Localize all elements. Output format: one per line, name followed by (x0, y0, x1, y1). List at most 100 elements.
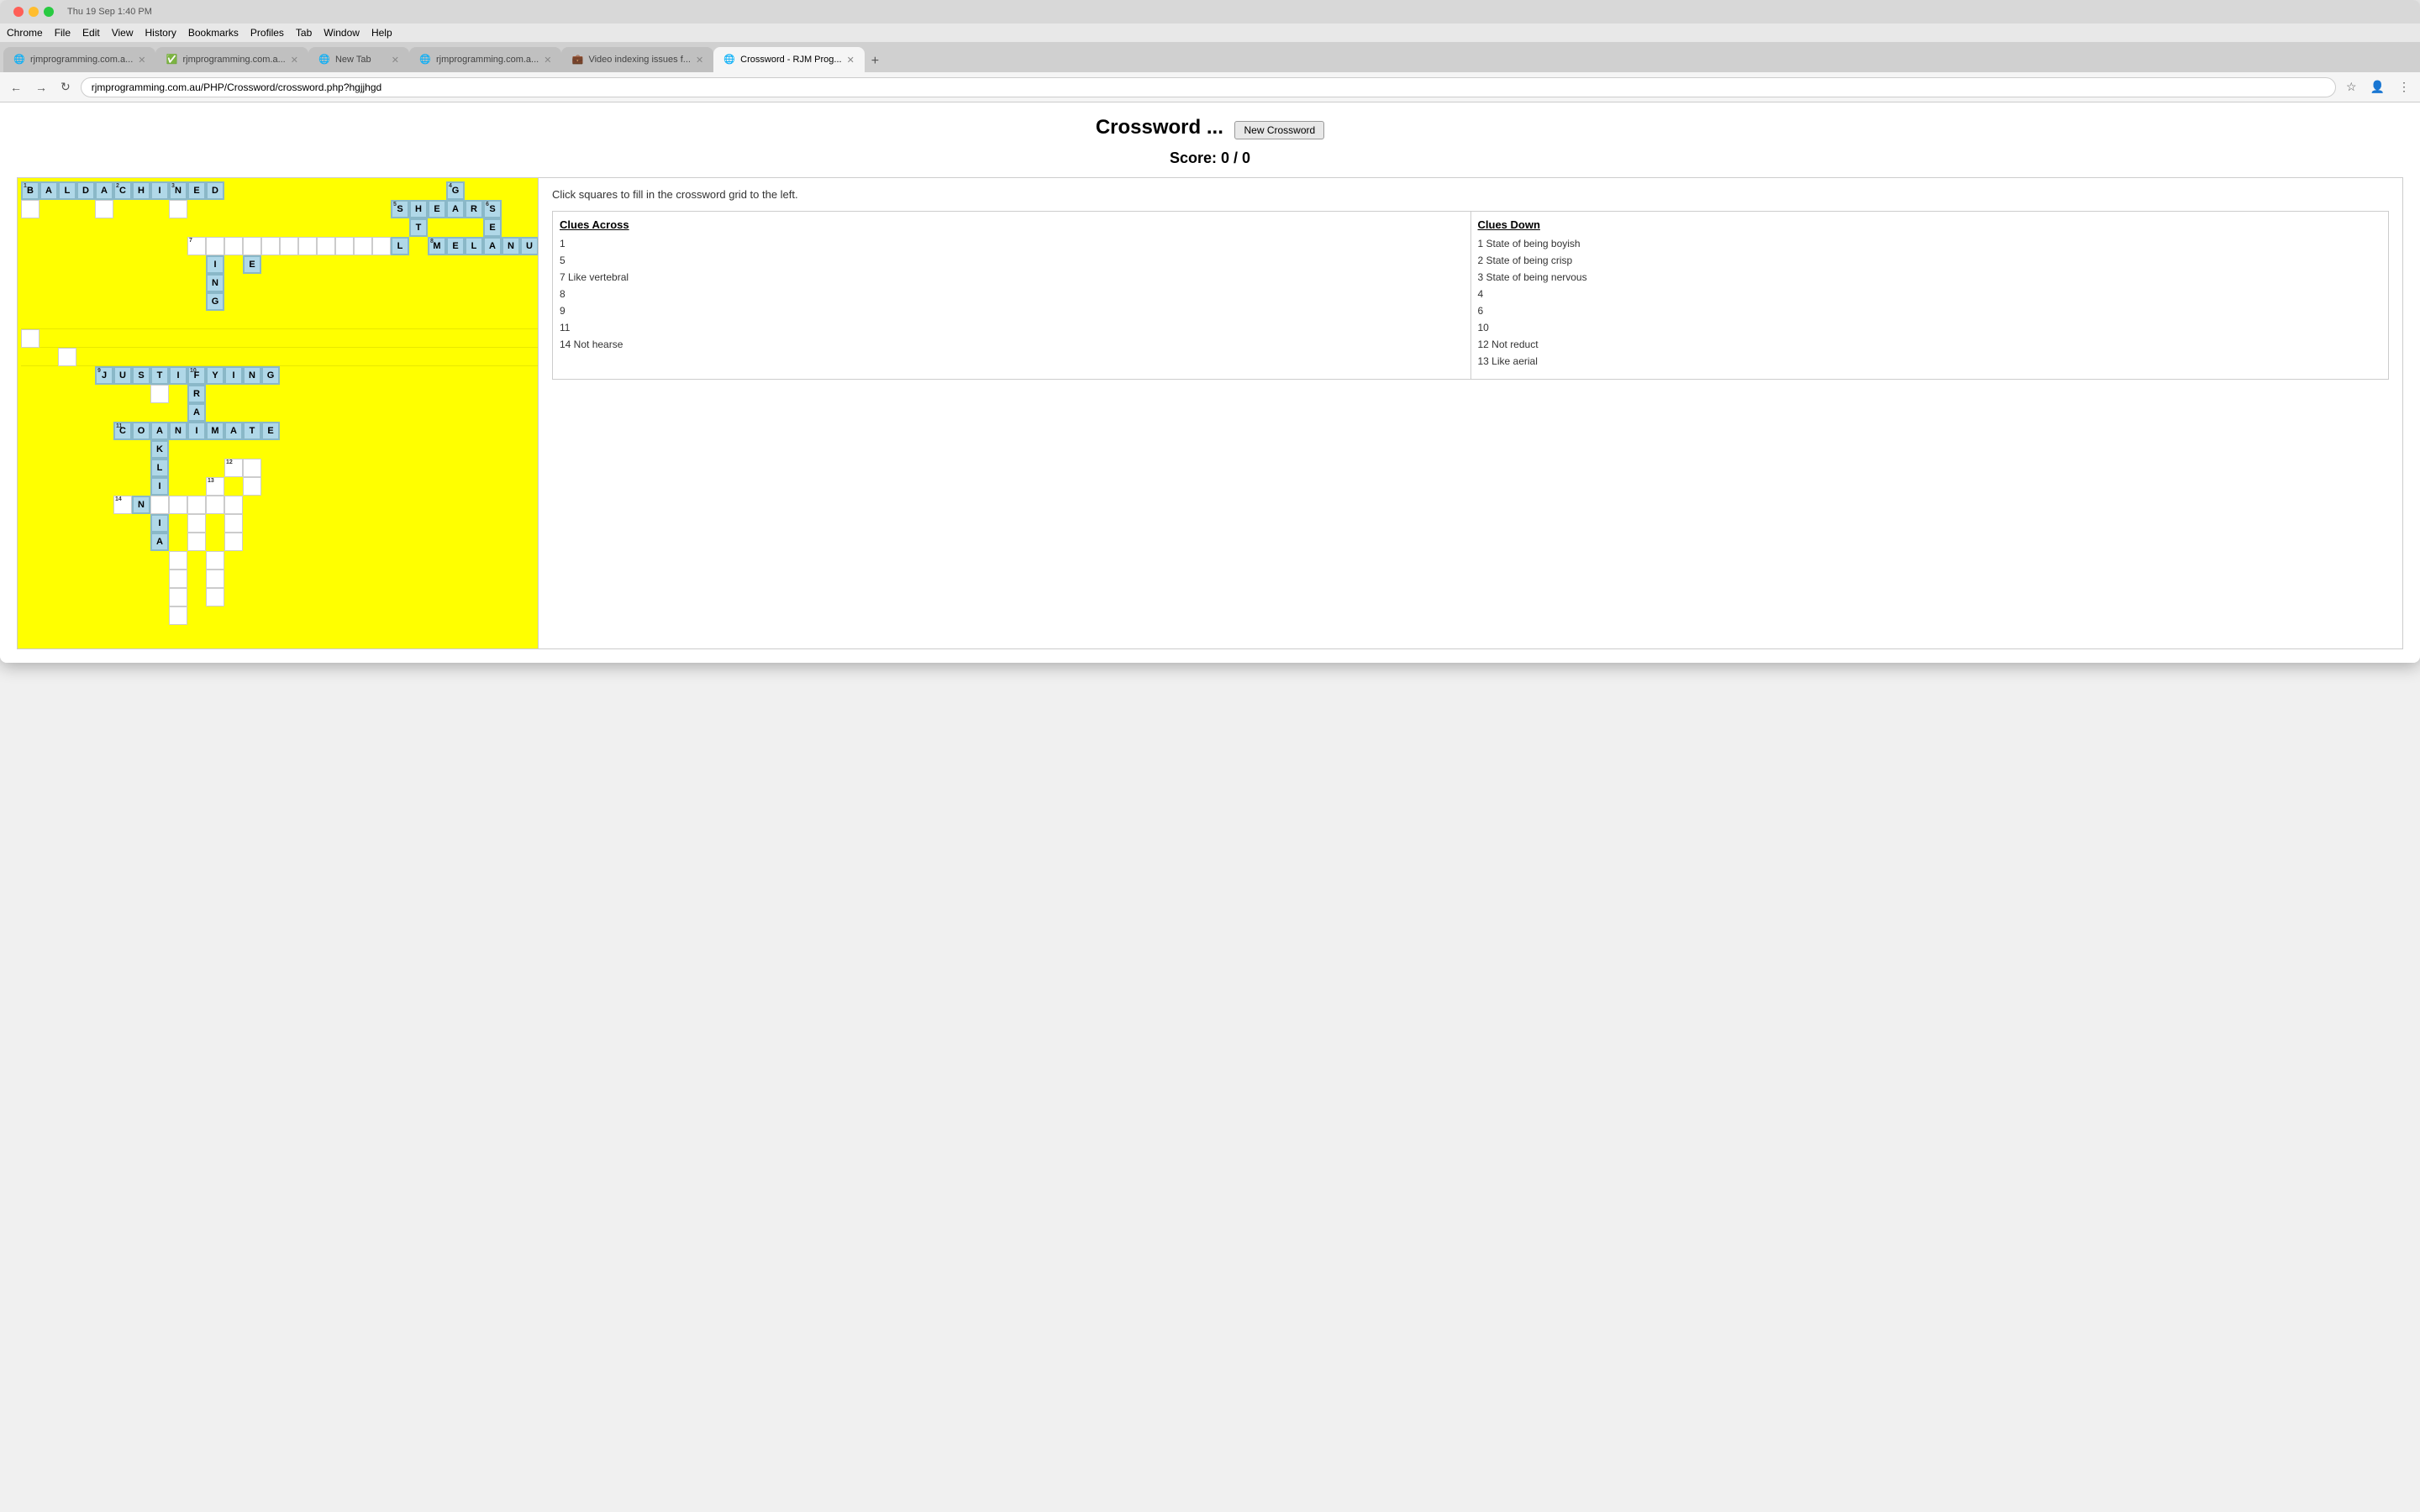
tab-2-close[interactable]: ✕ (291, 55, 298, 66)
cell-4-23[interactable]: 8M (428, 237, 446, 255)
cell-1-3[interactable]: L (58, 181, 76, 200)
cell-jus-i2[interactable]: I (224, 366, 243, 385)
forward-button[interactable]: → (32, 77, 50, 97)
cell-4-12[interactable] (224, 237, 243, 255)
cell-bot3-b2[interactable] (206, 588, 224, 606)
cell-1-8[interactable]: I (150, 181, 169, 200)
cell-a2-a[interactable]: A (150, 533, 169, 551)
cell-jus-g[interactable]: G (261, 366, 280, 385)
cell-6-n[interactable]: N (206, 274, 224, 292)
cell-jus-t[interactable]: T (150, 366, 169, 385)
tab-2[interactable]: ✅ rjmprogramming.com.a... ✕ (155, 47, 308, 72)
cell-i13-i[interactable]: I (150, 477, 169, 496)
cell-4-17[interactable] (317, 237, 335, 255)
cell-jus-y[interactable]: Y (206, 366, 224, 385)
cell-2-21[interactable]: 5S (391, 200, 409, 218)
clue-down-2[interactable]: 2 State of being crisp (1478, 255, 2382, 266)
tab-5-close[interactable]: ✕ (696, 55, 703, 66)
menu-edit[interactable]: Edit (82, 27, 100, 39)
crossword-grid-area[interactable]: 1B A L D A 2C H I 3N E D (18, 178, 539, 648)
cell-4-10[interactable]: 7 (187, 237, 206, 255)
cell-2-24[interactable]: A (446, 200, 465, 218)
cell-2-5[interactable] (95, 200, 113, 218)
clue-down-4[interactable]: 4 (1478, 288, 2382, 300)
cell-4-28[interactable]: U (520, 237, 539, 255)
cell-ia-b2[interactable] (224, 514, 243, 533)
refresh-button[interactable]: ↻ (57, 76, 74, 97)
cell-coan-a2[interactable]: A (224, 422, 243, 440)
cell-2-26[interactable]: 6S (483, 200, 502, 218)
cell-4-11[interactable] (206, 237, 224, 255)
cell-a2-b2[interactable] (224, 533, 243, 551)
tab-3[interactable]: 🌐 New Tab ✕ (308, 47, 409, 72)
cell-jus-u[interactable]: U (113, 366, 132, 385)
cell-l12-12[interactable]: 12 (224, 459, 243, 477)
clue-across-9[interactable]: 9 (560, 305, 1464, 317)
cell-14n-n[interactable]: N (132, 496, 150, 514)
cell-i13-13[interactable]: 13 (206, 477, 224, 496)
clue-down-1[interactable]: 1 State of being boyish (1478, 238, 2382, 249)
cell-l12-box[interactable] (243, 459, 261, 477)
cell-14n-b1[interactable] (150, 496, 169, 514)
tab-1-close[interactable]: ✕ (138, 55, 145, 66)
cell-jus-n[interactable]: N (243, 366, 261, 385)
clue-across-5[interactable]: 5 (560, 255, 1464, 266)
cell-1-1[interactable]: 1B (21, 181, 39, 200)
menu-history[interactable]: History (145, 27, 176, 39)
cell-4-25[interactable]: L (465, 237, 483, 255)
cell-bot3-b1[interactable] (169, 588, 187, 606)
menu-profiles[interactable]: Profiles (250, 27, 284, 39)
cell-k-k[interactable]: K (150, 440, 169, 459)
cell-1-2[interactable]: A (39, 181, 58, 200)
cell-jus-i[interactable]: I (169, 366, 187, 385)
menu-tab[interactable]: Tab (296, 27, 312, 39)
maximize-button[interactable] (44, 7, 54, 17)
cell-ia-b1[interactable] (187, 514, 206, 533)
cell-bot1-b2[interactable] (206, 551, 224, 570)
address-input[interactable] (81, 77, 2336, 97)
cell-1-11[interactable]: D (206, 181, 224, 200)
close-button[interactable] (13, 7, 24, 17)
cell-4-26[interactable]: A (483, 237, 502, 255)
new-tab-button[interactable]: + (865, 50, 886, 72)
cell-coan-m[interactable]: M (206, 422, 224, 440)
menu-view[interactable]: View (112, 27, 134, 39)
cell-jus-s[interactable]: S (132, 366, 150, 385)
cell-4-27[interactable]: N (502, 237, 520, 255)
menu-chrome[interactable]: Chrome (7, 27, 43, 39)
clue-across-14[interactable]: 14 Not hearse (560, 339, 1464, 350)
cell-2-22[interactable]: H (409, 200, 428, 218)
cell-r-r[interactable]: R (187, 385, 206, 403)
cell-4-15[interactable] (280, 237, 298, 255)
tab-4-close[interactable]: ✕ (544, 55, 551, 66)
cell-jus-9j[interactable]: 9J (95, 366, 113, 385)
new-crossword-button[interactable]: New Crossword (1234, 121, 1324, 139)
cell-coan-o[interactable]: O (132, 422, 150, 440)
cell-4-19[interactable] (354, 237, 372, 255)
cell-coan-11c[interactable]: 11C (113, 422, 132, 440)
cell-3-22[interactable]: T (409, 218, 428, 237)
cell-4-20[interactable] (372, 237, 391, 255)
cell-5-e[interactable]: E (243, 255, 261, 274)
tab-5[interactable]: 💼 Video indexing issues f... ✕ (561, 47, 713, 72)
back-button[interactable]: ← (7, 77, 25, 97)
profile-button[interactable]: 👤 (2367, 76, 2388, 97)
cell-bot4-b1[interactable] (169, 606, 187, 625)
clue-down-10[interactable]: 10 (1478, 322, 2382, 333)
clue-down-13[interactable]: 13 Like aerial (1478, 355, 2382, 367)
cell-a1-a[interactable]: A (187, 403, 206, 422)
clue-down-6[interactable]: 6 (1478, 305, 2382, 317)
cell-coan-i[interactable]: I (187, 422, 206, 440)
cell-10-box1[interactable] (58, 348, 76, 366)
clue-across-7[interactable]: 7 Like vertebral (560, 271, 1464, 283)
menu-help[interactable]: Help (371, 27, 392, 39)
tab-4[interactable]: 🌐 rjmprogramming.com.a... ✕ (409, 47, 561, 72)
cell-a2-b1[interactable] (187, 533, 206, 551)
cell-1-6[interactable]: 2C (113, 181, 132, 200)
cell-4-16[interactable] (298, 237, 317, 255)
cell-bot2-b2[interactable] (206, 570, 224, 588)
bookmark-button[interactable]: ☆ (2343, 76, 2360, 97)
cell-1-9[interactable]: 3N (169, 181, 187, 200)
cell-1-4[interactable]: D (76, 181, 95, 200)
cell-2-25[interactable]: R (465, 200, 483, 218)
